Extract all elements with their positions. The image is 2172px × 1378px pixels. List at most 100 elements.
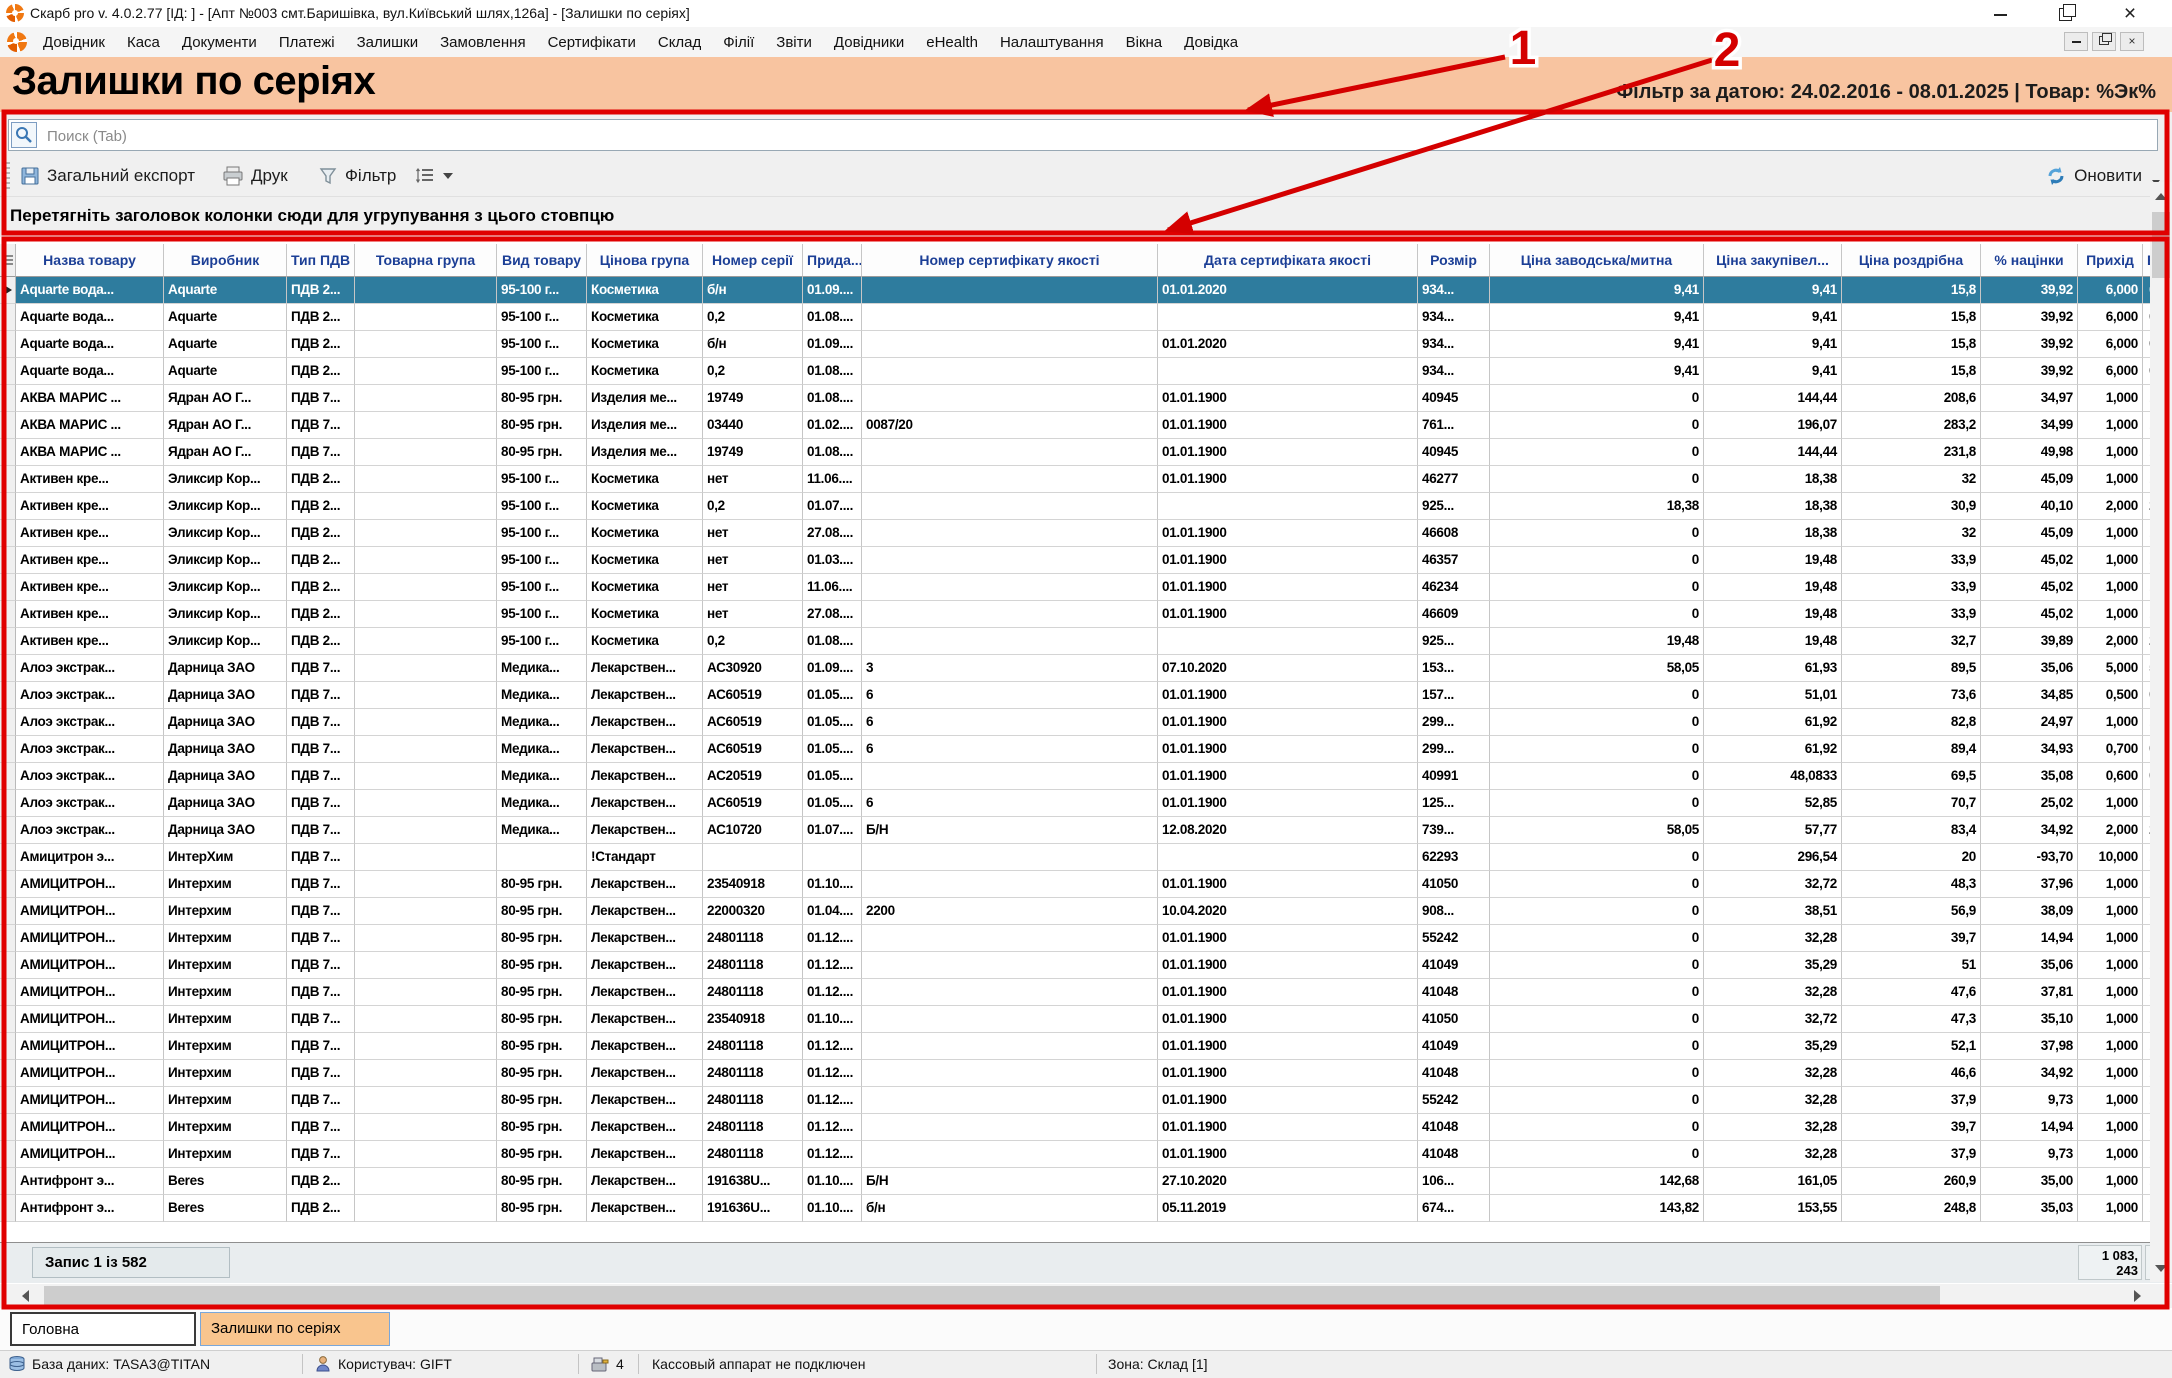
group-by-panel[interactable]: Перетягніть заголовок колонки сюди для у… xyxy=(0,196,2172,237)
menu-item-8[interactable]: Склад xyxy=(647,34,712,51)
column-header-16[interactable]: Прихід xyxy=(2078,244,2143,277)
mdi-close-button[interactable]: × xyxy=(2120,32,2144,51)
menu-item-14[interactable]: Вікна xyxy=(1115,34,1174,51)
column-header-6[interactable]: Цінова група xyxy=(587,244,703,277)
menu-item-10[interactable]: Звіти xyxy=(765,34,823,51)
columns-button[interactable] xyxy=(416,162,453,190)
search-box[interactable] xyxy=(8,119,2158,151)
tab-stock-by-series[interactable]: Залишки по серіях xyxy=(200,1312,390,1346)
column-header-11[interactable]: Розмір xyxy=(1418,244,1490,277)
table-row[interactable]: Aquarte вода...AquarteПДВ 2...95-100 г..… xyxy=(0,277,2172,304)
export-icon xyxy=(20,166,40,186)
menu-item-7[interactable]: Сертифікати xyxy=(537,34,647,51)
table-row[interactable]: АМИЦИТРОН...ИнтерхимПДВ 7...80-95 грн.Ле… xyxy=(0,898,2172,925)
table-row[interactable]: Амицитрон э...ИнтерХимПДВ 7...!Стандарт6… xyxy=(0,844,2172,871)
table-cell: 9,41 xyxy=(1490,358,1704,385)
column-header-2[interactable]: Виробник xyxy=(164,244,287,277)
table-row[interactable]: Активен кре...Эликсир Кор...ПДВ 2...95-1… xyxy=(0,493,2172,520)
column-header-13[interactable]: Ціна закупівел... xyxy=(1704,244,1842,277)
table-row[interactable]: Алоэ экстрак...Дарница ЗАОПДВ 7...Медика… xyxy=(0,790,2172,817)
scroll-right-button[interactable] xyxy=(2124,1285,2150,1307)
menu-item-5[interactable]: Залишки xyxy=(346,34,430,51)
table-row[interactable]: Aquarte вода...AquarteПДВ 2...95-100 г..… xyxy=(0,358,2172,385)
mdi-minimize-button[interactable] xyxy=(2064,32,2088,51)
table-row[interactable]: АКВА МАРИС ...Ядран АО Г...ПДВ 7...80-95… xyxy=(0,439,2172,466)
menu-item-6[interactable]: Замовлення xyxy=(429,34,536,51)
table-row[interactable]: АМИЦИТРОН...ИнтерхимПДВ 7...80-95 грн.Ле… xyxy=(0,1114,2172,1141)
table-row[interactable]: АМИЦИТРОН...ИнтерхимПДВ 7...80-95 грн.Ле… xyxy=(0,1141,2172,1168)
toolbar-grip[interactable] xyxy=(5,162,10,190)
page-title: Залишки по серіях xyxy=(12,59,375,104)
table-row[interactable]: Активен кре...Эликсир Кор...ПДВ 2...95-1… xyxy=(0,466,2172,493)
table-row[interactable]: Активен кре...Эликсир Кор...ПДВ 2...95-1… xyxy=(0,628,2172,655)
table-row[interactable]: Алоэ экстрак...Дарница ЗАОПДВ 7...Медика… xyxy=(0,736,2172,763)
minimize-button[interactable] xyxy=(1978,2,2022,25)
table-row[interactable]: АМИЦИТРОН...ИнтерхимПДВ 7...80-95 грн.Ле… xyxy=(0,1087,2172,1114)
menu-item-2[interactable]: Каса xyxy=(116,34,171,51)
table-row[interactable]: Активен кре...Эликсир Кор...ПДВ 2...95-1… xyxy=(0,520,2172,547)
horizontal-scroll-thumb[interactable] xyxy=(44,1286,1940,1306)
search-icon[interactable] xyxy=(11,122,37,148)
menu-item-1[interactable]: Довідник xyxy=(32,34,116,51)
table-row[interactable]: АМИЦИТРОН...ИнтерхимПДВ 7...80-95 грн.Ле… xyxy=(0,952,2172,979)
column-header-12[interactable]: Ціна заводська/митна xyxy=(1490,244,1704,277)
table-row[interactable]: Антифронт э...BeresПДВ 2...80-95 грн.Лек… xyxy=(0,1168,2172,1195)
close-button[interactable]: × xyxy=(2108,2,2152,25)
table-row[interactable]: АМИЦИТРОН...ИнтерхимПДВ 7...80-95 грн.Ле… xyxy=(0,979,2172,1006)
vertical-scrollbar[interactable] xyxy=(2150,182,2172,1282)
menu-item-9[interactable]: Філії xyxy=(712,34,765,51)
restore-button[interactable] xyxy=(2043,2,2087,25)
tab-home[interactable]: Головна xyxy=(10,1312,196,1346)
table-row[interactable]: Активен кре...Эликсир Кор...ПДВ 2...95-1… xyxy=(0,547,2172,574)
table-row[interactable]: Aquarte вода...AquarteПДВ 2...95-100 г..… xyxy=(0,304,2172,331)
table-row[interactable]: Алоэ экстрак...Дарница ЗАОПДВ 7...Медика… xyxy=(0,763,2172,790)
table-row[interactable]: Aquarte вода...AquarteПДВ 2...95-100 г..… xyxy=(0,331,2172,358)
table-row[interactable]: Антифронт э...BeresПДВ 2...80-95 грн.Лек… xyxy=(0,1195,2172,1222)
row-indicator xyxy=(0,1195,16,1222)
refresh-button[interactable]: Оновити xyxy=(2045,162,2142,190)
table-cell: 01.01.1900 xyxy=(1158,736,1418,763)
menu-item-11[interactable]: Довідники xyxy=(823,34,915,51)
table-row[interactable]: АМИЦИТРОН...ИнтерхимПДВ 7...80-95 грн.Ле… xyxy=(0,1060,2172,1087)
horizontal-scrollbar[interactable] xyxy=(0,1284,2172,1308)
table-row[interactable]: АКВА МАРИС ...Ядран АО Г...ПДВ 7...80-95… xyxy=(0,412,2172,439)
table-row[interactable]: АКВА МАРИС ...Ядран АО Г...ПДВ 7...80-95… xyxy=(0,385,2172,412)
column-header-15[interactable]: % націнки xyxy=(1981,244,2078,277)
search-input[interactable] xyxy=(45,122,2049,150)
table-row[interactable]: Активен кре...Эликсир Кор...ПДВ 2...95-1… xyxy=(0,574,2172,601)
menu-item-3[interactable]: Документи xyxy=(171,34,268,51)
export-button[interactable]: Загальний експорт xyxy=(20,162,195,190)
table-cell: 9,41 xyxy=(1704,304,1842,331)
menu-item-13[interactable]: Налаштування xyxy=(989,34,1115,51)
table-row[interactable]: Алоэ экстрак...Дарница ЗАОПДВ 7...Медика… xyxy=(0,817,2172,844)
table-row[interactable]: Алоэ экстрак...Дарница ЗАОПДВ 7...Медика… xyxy=(0,709,2172,736)
table-row[interactable]: АМИЦИТРОН...ИнтерхимПДВ 7...80-95 грн.Ле… xyxy=(0,1006,2172,1033)
column-header-5[interactable]: Вид товару xyxy=(497,244,587,277)
grid-corner-icon[interactable] xyxy=(0,244,16,277)
mdi-restore-button[interactable] xyxy=(2092,32,2116,51)
column-header-8[interactable]: Прида... xyxy=(803,244,862,277)
menu-item-12[interactable]: eHealth xyxy=(915,34,989,51)
table-cell: 40945 xyxy=(1418,439,1490,466)
column-header-4[interactable]: Товарна група xyxy=(355,244,497,277)
column-header-7[interactable]: Номер серії xyxy=(703,244,803,277)
column-header-10[interactable]: Дата сертифіката якості xyxy=(1158,244,1418,277)
table-row[interactable]: АМИЦИТРОН...ИнтерхимПДВ 7...80-95 грн.Ле… xyxy=(0,925,2172,952)
scroll-left-button[interactable] xyxy=(12,1285,38,1307)
column-header-1[interactable]: Назва товару xyxy=(16,244,164,277)
scroll-up-button[interactable] xyxy=(2150,184,2172,208)
table-row[interactable]: Активен кре...Эликсир Кор...ПДВ 2...95-1… xyxy=(0,601,2172,628)
scroll-down-button[interactable] xyxy=(2150,1256,2172,1280)
table-row[interactable]: Алоэ экстрак...Дарница ЗАОПДВ 7...Медика… xyxy=(0,655,2172,682)
table-row[interactable]: АМИЦИТРОН...ИнтерхимПДВ 7...80-95 грн.Ле… xyxy=(0,1033,2172,1060)
column-header-3[interactable]: Тип ПДВ xyxy=(287,244,355,277)
table-row[interactable]: Алоэ экстрак...Дарница ЗАОПДВ 7...Медика… xyxy=(0,682,2172,709)
print-button[interactable]: Друк xyxy=(222,162,288,190)
column-header-14[interactable]: Ціна роздрібна xyxy=(1842,244,1981,277)
filter-button[interactable]: Фільтр xyxy=(318,162,396,190)
column-header-9[interactable]: Номер сертифікату якості xyxy=(862,244,1158,277)
vertical-scroll-thumb[interactable] xyxy=(2152,212,2170,278)
table-row[interactable]: АМИЦИТРОН...ИнтерхимПДВ 7...80-95 грн.Ле… xyxy=(0,871,2172,898)
menu-item-15[interactable]: Довідка xyxy=(1173,34,1249,51)
menu-item-4[interactable]: Платежі xyxy=(268,34,346,51)
